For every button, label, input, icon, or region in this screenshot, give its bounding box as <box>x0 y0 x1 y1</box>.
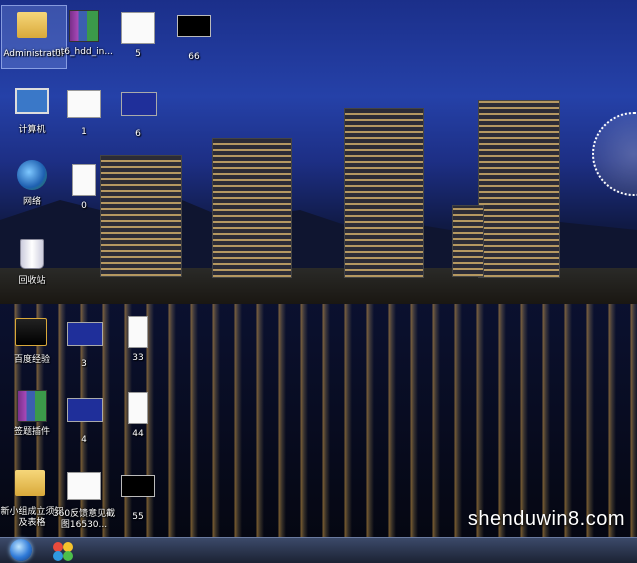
icon-label: 回收站 <box>18 276 46 286</box>
folder-icon <box>15 318 47 346</box>
icon-label: 0 <box>81 201 87 211</box>
winrar-icon <box>17 390 47 422</box>
image-thumbnail-icon <box>67 472 101 500</box>
desktop-icon-44[interactable]: 44 <box>106 388 170 440</box>
desktop-icon-6[interactable]: 6 <box>106 86 170 140</box>
desktop-icon-33[interactable]: 33 <box>106 312 170 364</box>
image-thumbnail-icon <box>72 164 96 196</box>
icon-label: 6 <box>135 129 141 139</box>
network-icon <box>17 160 47 190</box>
recycle-bin-icon <box>20 239 44 269</box>
computer-icon <box>15 88 49 114</box>
icon-label: 5 <box>135 49 141 59</box>
start-button[interactable] <box>8 539 34 561</box>
image-thumbnail-icon <box>67 322 103 346</box>
image-thumbnail-icon <box>177 15 211 37</box>
icon-label: 55 <box>132 512 144 522</box>
tower-building <box>452 205 484 277</box>
image-thumbnail-icon <box>67 398 103 422</box>
image-thumbnail-icon <box>121 92 157 116</box>
tower-building <box>212 138 292 278</box>
image-thumbnail-icon <box>67 90 101 118</box>
tower-building <box>478 100 560 278</box>
windows-orb-icon <box>10 539 32 561</box>
quicklaunch-360-browser[interactable] <box>50 540 76 561</box>
desktop-icon-66[interactable]: 66 <box>162 8 226 63</box>
icon-label: 33 <box>132 353 144 363</box>
desktop-icon-recycle-bin[interactable]: 回收站 <box>0 236 64 287</box>
watermark: shenduwin8.com <box>467 508 625 530</box>
desktop-icon-0[interactable]: 0 <box>52 160 116 212</box>
tower-building <box>344 108 424 278</box>
folder-icon <box>17 12 47 38</box>
image-thumbnail-icon <box>128 316 148 348</box>
desktop[interactable]: Administrator 计算机 网络 回收站 百度经验 签题插件 新小组成立… <box>0 0 637 537</box>
geodesic-dome <box>592 112 637 196</box>
icon-label: 44 <box>132 429 144 439</box>
winrar-icon <box>69 10 99 42</box>
desktop-icon-5[interactable]: 5 <box>106 8 170 60</box>
360-browser-icon <box>52 541 74 561</box>
image-thumbnail-icon <box>121 475 155 497</box>
taskbar <box>0 537 637 563</box>
folder-icon <box>15 470 45 496</box>
image-thumbnail-icon <box>128 392 148 424</box>
image-thumbnail-icon <box>121 12 155 44</box>
desktop-icon-55[interactable]: 55 <box>106 468 170 523</box>
icon-label: 66 <box>188 52 200 62</box>
